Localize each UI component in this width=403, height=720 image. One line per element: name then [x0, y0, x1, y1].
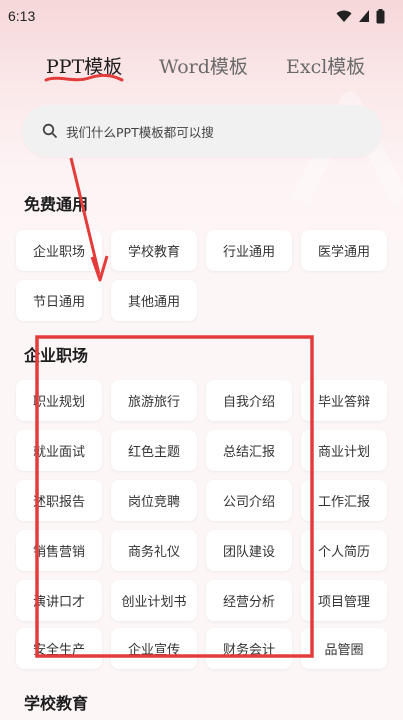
chip-free-industry[interactable]: 行业通用: [206, 230, 292, 271]
chip-business-plan[interactable]: 商业计划: [301, 430, 387, 471]
chip-job-interview[interactable]: 就业面试: [16, 430, 102, 471]
chip-business-etiquette[interactable]: 商务礼仪: [111, 530, 197, 571]
section-title-school: 学校教育: [24, 694, 89, 713]
template-tabs: PPT模板 Word模板 Excl模板: [0, 52, 403, 92]
section-title-enterprise: 企业职场: [24, 346, 89, 365]
chip-safety-production[interactable]: 安全生产: [16, 628, 102, 669]
chip-free-school[interactable]: 学校教育: [111, 230, 197, 271]
chip-free-holiday[interactable]: 节日通用: [16, 280, 102, 321]
status-icons: [336, 8, 385, 24]
chip-resume[interactable]: 个人简历: [301, 530, 387, 571]
chip-free-other[interactable]: 其他通用: [111, 280, 197, 321]
wifi-icon: [336, 10, 352, 22]
chip-project-management[interactable]: 项目管理: [301, 580, 387, 621]
chip-free-medical[interactable]: 医学通用: [301, 230, 387, 271]
chip-career-plan[interactable]: 职业规划: [16, 380, 102, 421]
chip-sales-marketing[interactable]: 销售营销: [16, 530, 102, 571]
chip-summary-report[interactable]: 总结汇报: [206, 430, 292, 471]
chip-red-theme[interactable]: 红色主题: [111, 430, 197, 471]
chip-self-intro[interactable]: 自我介绍: [206, 380, 292, 421]
search-placeholder: 我们什么PPT模板都可以搜: [66, 124, 214, 140]
chip-finance-accounting[interactable]: 财务会计: [206, 628, 292, 669]
section-title-free: 免费通用: [24, 195, 89, 214]
tab-word[interactable]: Word模板: [159, 52, 248, 79]
chip-qc-circle[interactable]: 品管圈: [301, 628, 387, 669]
signal-icon: [359, 10, 369, 22]
chip-startup-plan[interactable]: 创业计划书: [111, 580, 197, 621]
chip-team-building[interactable]: 团队建设: [206, 530, 292, 571]
chip-work-report[interactable]: 工作汇报: [301, 480, 387, 521]
chip-post-competition[interactable]: 岗位竞聘: [111, 480, 197, 521]
tab-excel[interactable]: Excl模板: [286, 52, 365, 79]
active-tab-underline: [44, 74, 124, 82]
chip-operation-analysis[interactable]: 经营分析: [206, 580, 292, 621]
chip-company-intro[interactable]: 公司介绍: [206, 480, 292, 521]
chip-duty-report[interactable]: 述职报告: [16, 480, 102, 521]
chip-graduation-defense[interactable]: 毕业答辩: [301, 380, 387, 421]
chip-speech[interactable]: 演讲口才: [16, 580, 102, 621]
battery-icon: [376, 8, 385, 23]
chip-free-enterprise[interactable]: 企业职场: [16, 230, 102, 271]
status-bar: 6:13: [0, 0, 403, 32]
search-icon: [42, 123, 57, 138]
chip-travel[interactable]: 旅游旅行: [111, 380, 197, 421]
chip-enterprise-promo[interactable]: 企业宣传: [111, 628, 197, 669]
status-time: 6:13: [8, 8, 36, 24]
search-bar[interactable]: 我们什么PPT模板都可以搜: [22, 105, 382, 157]
